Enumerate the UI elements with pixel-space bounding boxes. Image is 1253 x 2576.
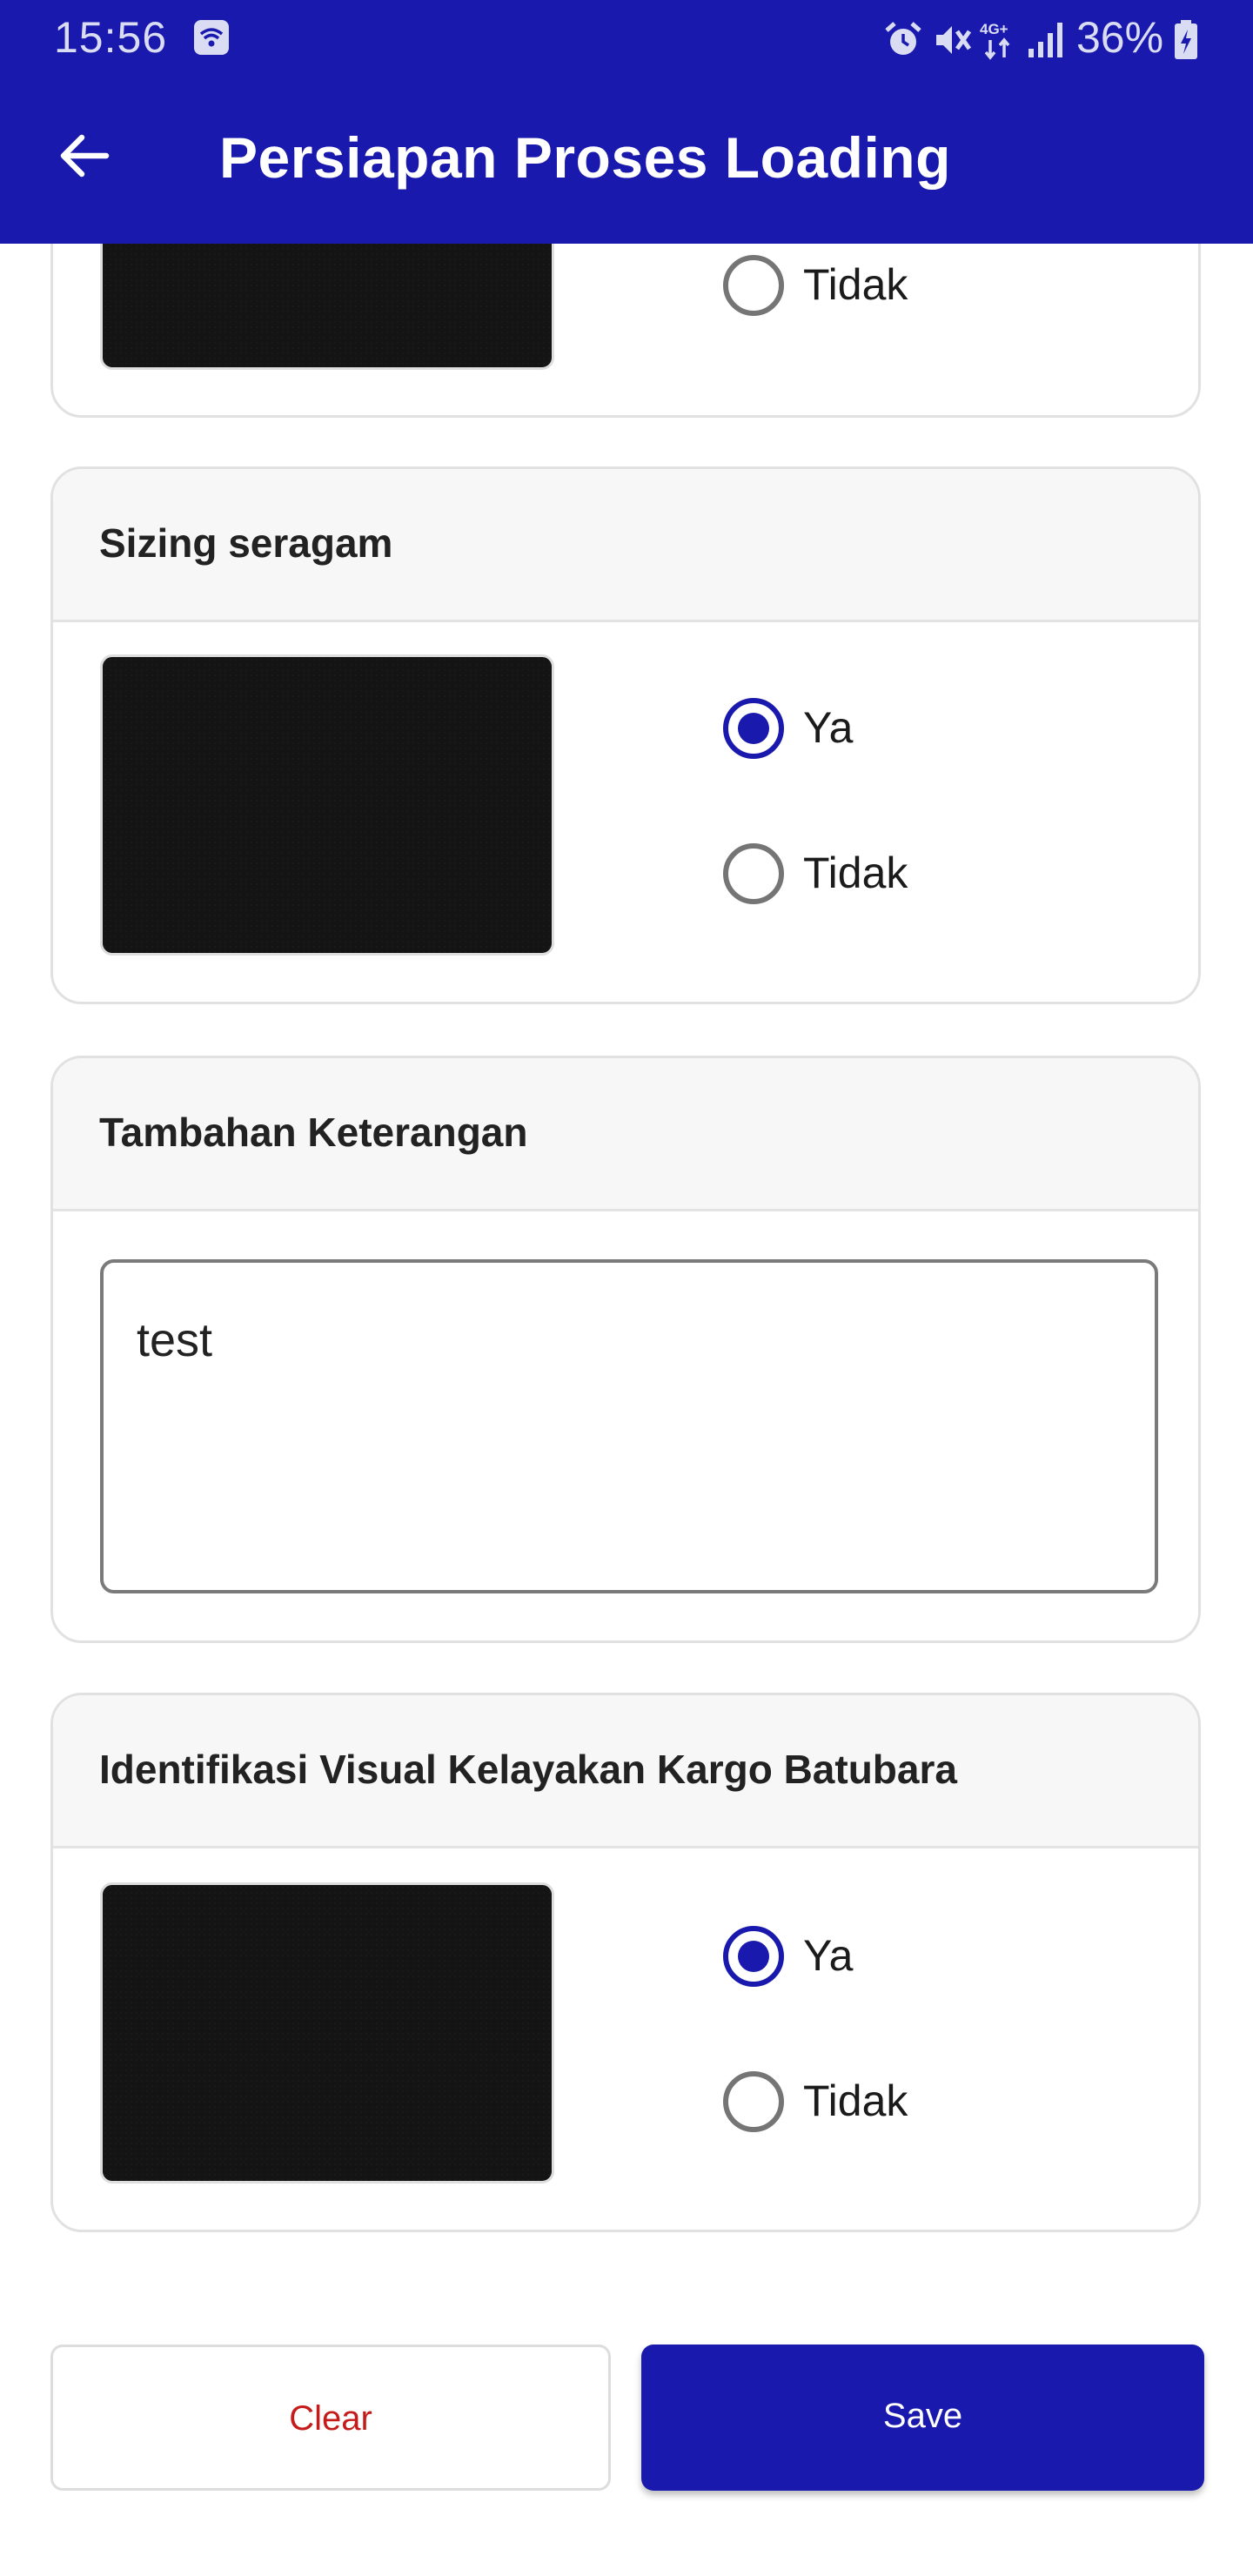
network-4g-label: 4G+ bbox=[980, 21, 1008, 37]
arrow-left-icon[interactable] bbox=[57, 129, 111, 183]
radio-button[interactable] bbox=[723, 2071, 784, 2132]
card-title: Tambahan Keterangan bbox=[99, 1110, 528, 1155]
signal-icon bbox=[1029, 23, 1062, 57]
radio-label: Tidak bbox=[803, 2076, 908, 2125]
radio-button[interactable] bbox=[723, 255, 784, 316]
card-title: Identifikasi Visual Kelayakan Kargo Batu… bbox=[99, 1747, 957, 1792]
card-header: Tambahan Keterangan bbox=[53, 1058, 1198, 1211]
mute-icon bbox=[936, 26, 972, 54]
battery-charging-icon bbox=[1175, 20, 1197, 59]
notes-textarea[interactable]: test bbox=[100, 1259, 1158, 1593]
alarm-icon bbox=[885, 22, 921, 55]
network-4g-icon: 4G+ bbox=[980, 21, 1010, 60]
app-bar: Persiapan Proses Loading bbox=[0, 77, 1253, 244]
inspection-card-kargo-batubara: Identifikasi Visual Kelayakan Kargo Batu… bbox=[50, 1693, 1201, 2232]
radio-button[interactable] bbox=[723, 698, 784, 759]
card-header: Identifikasi Visual Kelayakan Kargo Batu… bbox=[53, 1695, 1198, 1848]
notes-card: Tambahan Keterangan test bbox=[50, 1056, 1201, 1643]
radio-button[interactable] bbox=[723, 843, 784, 904]
wifi-icon bbox=[194, 20, 229, 55]
card-title: Sizing seragam bbox=[99, 520, 393, 566]
page-title: Persiapan Proses Loading bbox=[219, 125, 951, 190]
screen: 15:56 4G+ 36% Persiapan Proses Loading T… bbox=[0, 0, 1253, 2576]
photo-thumbnail[interactable] bbox=[100, 654, 554, 956]
radio-label: Tidak bbox=[803, 260, 908, 309]
card-header: Sizing seragam bbox=[53, 469, 1198, 622]
radio-label: Ya bbox=[803, 1931, 854, 1980]
status-time: 15:56 bbox=[54, 13, 168, 62]
radio-button[interactable] bbox=[723, 1926, 784, 1987]
status-bar: 15:56 4G+ 36% bbox=[0, 0, 1253, 77]
photo-thumbnail[interactable] bbox=[100, 1882, 554, 2184]
inspection-card-sizing-seragam: Sizing seragam Ya Tidak bbox=[50, 466, 1201, 1004]
notes-value: test bbox=[137, 1314, 213, 1366]
radio-label: Ya bbox=[803, 703, 854, 752]
clear-button[interactable]: Clear bbox=[50, 2345, 611, 2491]
battery-percent: 36% bbox=[1076, 13, 1164, 62]
radio-label: Tidak bbox=[803, 849, 908, 897]
save-button[interactable]: Save bbox=[641, 2345, 1204, 2491]
